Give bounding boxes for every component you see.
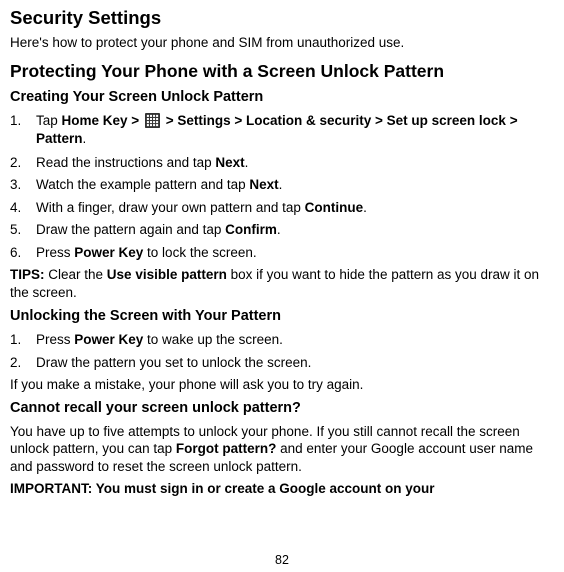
step-item: Read the instructions and tap Next. [10, 154, 554, 172]
step-item: Press Power Key to wake up the screen. [10, 331, 554, 349]
page-title: Security Settings [10, 6, 554, 30]
page-number: 82 [0, 552, 564, 568]
subsection-heading: Unlocking the Screen with Your Pattern [10, 307, 554, 326]
paragraph: If you make a mistake, your phone will a… [10, 376, 554, 394]
step-item: Tap Home Key > > Settings > Location & s… [10, 112, 554, 148]
intro-text: Here's how to protect your phone and SIM… [10, 34, 554, 52]
step-item: With a finger, draw your own pattern and… [10, 199, 554, 217]
important-note: IMPORTANT: You must sign in or create a … [10, 480, 554, 498]
section-heading: Protecting Your Phone with a Screen Unlo… [10, 60, 554, 83]
subsection-heading: Creating Your Screen Unlock Pattern [10, 88, 554, 107]
step-item: Draw the pattern you set to unlock the s… [10, 354, 554, 372]
tips-paragraph: TIPS: Clear the Use visible pattern box … [10, 266, 554, 301]
step-item: Draw the pattern again and tap Confirm. [10, 221, 554, 239]
paragraph: You have up to five attempts to unlock y… [10, 423, 554, 476]
steps-list-unlocking: Press Power Key to wake up the screen. D… [10, 331, 554, 371]
step-item: Watch the example pattern and tap Next. [10, 176, 554, 194]
step-item: Press Power Key to lock the screen. [10, 244, 554, 262]
app-grid-icon [145, 113, 160, 128]
subsection-heading: Cannot recall your screen unlock pattern… [10, 399, 554, 418]
steps-list-creating: Tap Home Key > > Settings > Location & s… [10, 112, 554, 261]
